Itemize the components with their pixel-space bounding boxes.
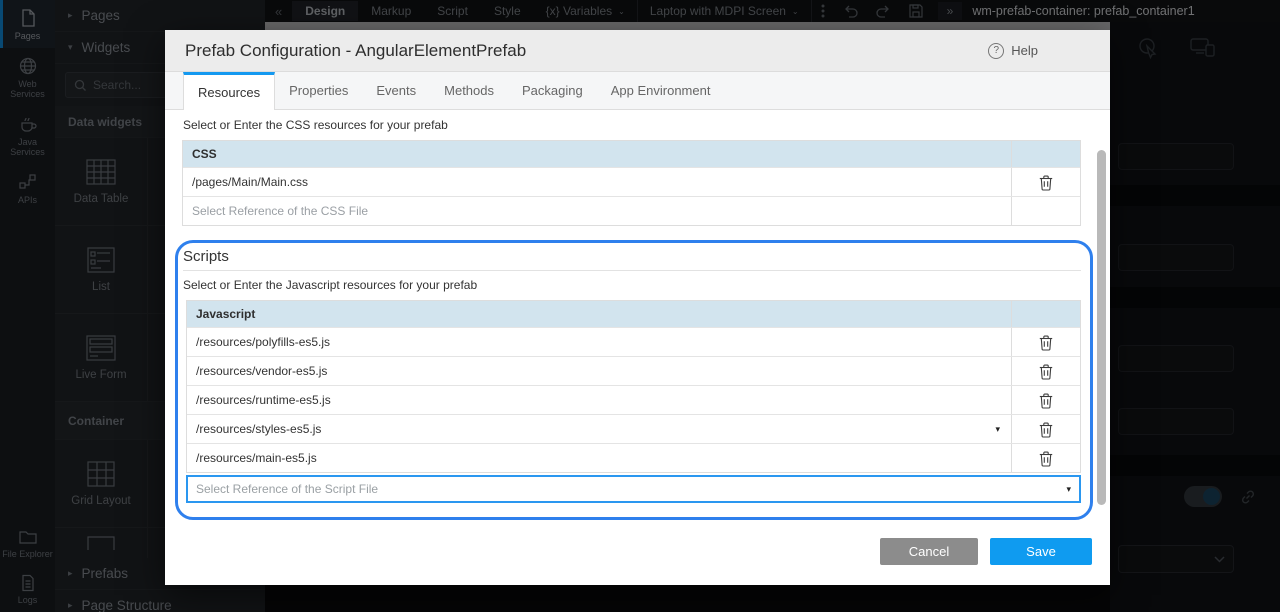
css-resource-row: /pages/Main/Main.css <box>183 167 1080 196</box>
delete-script-resource-button[interactable] <box>1039 363 1053 380</box>
script-resource-select: ▾ <box>186 475 1081 503</box>
row-dropdown-caret-icon[interactable]: ▾ <box>993 424 1002 435</box>
script-resource-value[interactable]: /resources/main-es5.js <box>187 444 1011 472</box>
scripts-instruction: Select or Enter the Javascript resources… <box>183 278 477 292</box>
css-column-header: CSS <box>183 141 1011 167</box>
css-instruction: Select or Enter the CSS resources for yo… <box>183 118 448 132</box>
tab-methods[interactable]: Methods <box>430 72 508 109</box>
scripts-table-header: Javascript <box>187 301 1080 327</box>
css-action-column-header <box>1011 141 1080 167</box>
dialog-tab-bar: Resources Properties Events Methods Pack… <box>165 72 1110 110</box>
tab-properties[interactable]: Properties <box>275 72 362 109</box>
css-input-action-cell <box>1011 197 1080 225</box>
scripts-table: Javascript /resources/polyfills-es5.js /… <box>186 300 1081 473</box>
prefab-configuration-dialog: Prefab Configuration - AngularElementPre… <box>165 30 1110 585</box>
scripts-heading-rule <box>183 270 1081 271</box>
dialog-header: Prefab Configuration - AngularElementPre… <box>165 30 1110 72</box>
script-resource-value[interactable]: /resources/vendor-es5.js <box>187 357 1011 385</box>
scripts-action-column-header <box>1011 301 1080 327</box>
delete-css-resource-button[interactable] <box>1039 174 1053 191</box>
tab-app-environment[interactable]: App Environment <box>597 72 725 109</box>
css-resource-value[interactable]: /pages/Main/Main.css <box>183 168 1011 196</box>
script-resource-row: /resources/runtime-es5.js <box>187 385 1080 414</box>
javascript-column-header: Javascript <box>187 301 1011 327</box>
modal-scrollbar-thumb[interactable] <box>1097 150 1106 505</box>
save-button[interactable]: Save <box>990 538 1092 565</box>
script-resource-value[interactable]: /resources/styles-es5.js <box>196 422 321 436</box>
help-question-icon: ? <box>988 43 1004 59</box>
script-resource-row: /resources/vendor-es5.js <box>187 356 1080 385</box>
script-resource-row-dropdown: /resources/styles-es5.js ▾ <box>187 414 1080 443</box>
tab-packaging[interactable]: Packaging <box>508 72 597 109</box>
script-resource-value[interactable]: /resources/runtime-es5.js <box>187 386 1011 414</box>
delete-script-resource-button[interactable] <box>1039 421 1053 438</box>
delete-script-resource-button[interactable] <box>1039 334 1053 351</box>
script-resource-input[interactable] <box>196 482 1066 496</box>
css-resource-input[interactable] <box>192 204 1002 218</box>
dialog-title: Prefab Configuration - AngularElementPre… <box>185 41 526 61</box>
script-resource-row: /resources/main-es5.js <box>187 443 1080 472</box>
delete-script-resource-button[interactable] <box>1039 392 1053 409</box>
dialog-body: Select or Enter the CSS resources for yo… <box>165 110 1110 585</box>
css-table: CSS /pages/Main/Main.css <box>182 140 1081 226</box>
select-dropdown-caret-icon[interactable]: ▾ <box>1066 484 1071 495</box>
delete-script-resource-button[interactable] <box>1039 450 1053 467</box>
cancel-button[interactable]: Cancel <box>880 538 978 565</box>
help-label: Help <box>1011 43 1038 58</box>
tab-resources[interactable]: Resources <box>183 72 275 110</box>
script-resource-value[interactable]: /resources/polyfills-es5.js <box>187 328 1011 356</box>
css-resource-input-row <box>183 196 1080 225</box>
script-resource-row: /resources/polyfills-es5.js <box>187 327 1080 356</box>
css-table-header: CSS <box>183 141 1080 167</box>
help-button[interactable]: ? Help <box>988 43 1038 59</box>
scripts-heading: Scripts <box>183 248 229 265</box>
tab-events[interactable]: Events <box>362 72 430 109</box>
